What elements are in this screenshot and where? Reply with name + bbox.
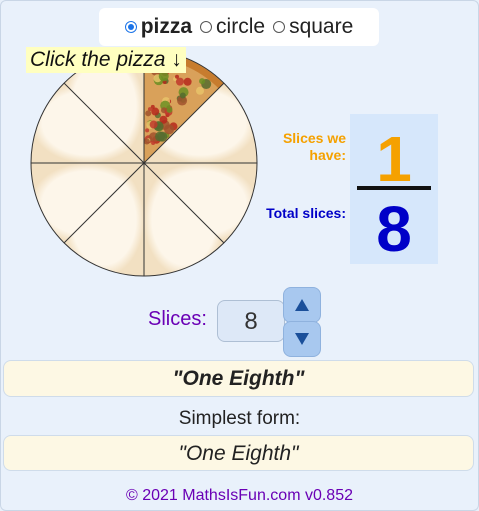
mode-square[interactable]: square: [273, 15, 353, 39]
topping: [151, 140, 156, 145]
pizza-graphic[interactable]: [29, 48, 259, 278]
mode-label: circle: [216, 15, 266, 38]
topping: [199, 78, 206, 85]
fraction-display: 1 8: [350, 114, 438, 264]
decrement-slices-button[interactable]: [283, 321, 321, 357]
fraction-bar: [357, 186, 431, 190]
click-hint: Click the pizza ↓: [26, 47, 186, 73]
topping: [145, 110, 152, 117]
topping: [175, 77, 184, 86]
slices-have-label: Slices we have:: [282, 130, 346, 163]
arrow-down-icon: [295, 333, 309, 345]
topping: [183, 77, 192, 86]
mode-pizza[interactable]: pizza: [124, 15, 193, 39]
slices-label: Slices:: [148, 308, 207, 330]
topping: [166, 106, 173, 113]
topping: [157, 131, 168, 142]
mode-selector: pizza circle square: [99, 8, 379, 46]
topping: [149, 120, 158, 129]
radio-icon[interactable]: [124, 21, 137, 33]
topping: [179, 92, 186, 99]
radio-icon[interactable]: [200, 21, 213, 33]
topping: [145, 128, 150, 133]
simplest-form-label: Simplest form:: [178, 408, 301, 429]
simplest-form-value: "One Eighth": [3, 435, 474, 471]
fraction-words: "One Eighth": [3, 360, 474, 397]
increment-slices-button[interactable]: [283, 287, 321, 323]
topping: [143, 138, 150, 145]
arrow-up-icon: [295, 299, 309, 311]
slices-count-field[interactable]: 8: [217, 300, 285, 342]
topping: [151, 107, 160, 116]
mode-label: pizza: [140, 15, 193, 38]
mode-circle[interactable]: circle: [200, 15, 265, 39]
topping: [196, 86, 205, 95]
mode-label: square: [289, 15, 354, 38]
copyright-footer: © 2021 MathsIsFun.com v0.852: [125, 487, 353, 504]
denominator: 8: [376, 193, 412, 265]
radio-icon[interactable]: [273, 21, 286, 33]
total-slices-label: Total slices:: [266, 205, 346, 221]
numerator: 1: [376, 123, 412, 195]
